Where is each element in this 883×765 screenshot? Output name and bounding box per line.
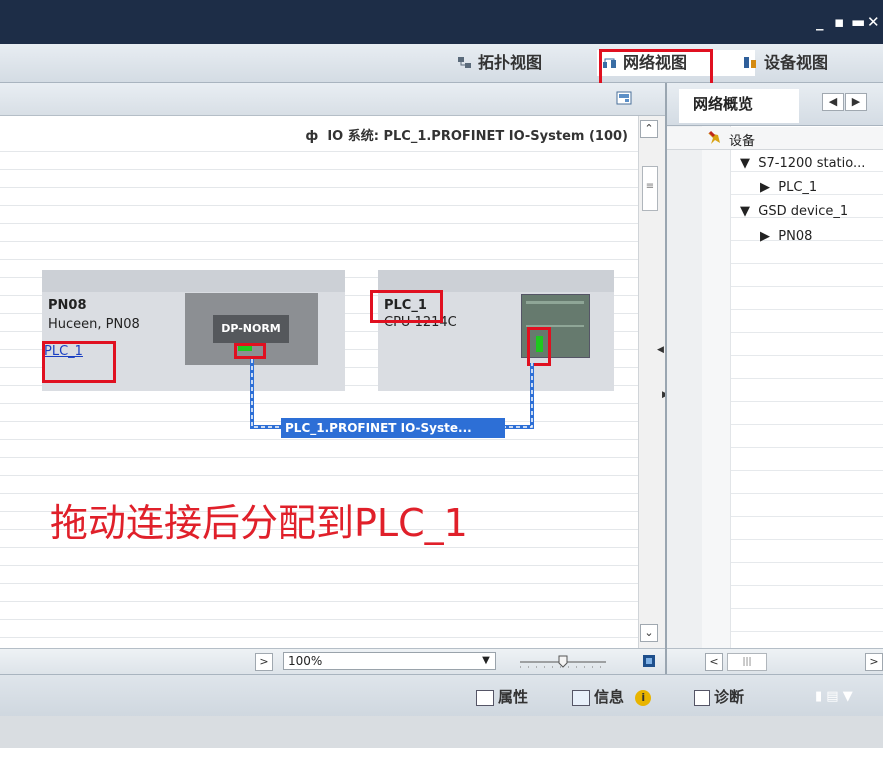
- overview-toggle-icon[interactable]: [616, 91, 632, 105]
- status-area: [0, 748, 883, 765]
- tab-info[interactable]: 信息 i: [572, 685, 652, 709]
- zoom-slider[interactable]: [518, 653, 608, 671]
- tab-network-overview[interactable]: 网络概览: [679, 89, 799, 123]
- overview-scroll-left-button[interactable]: <: [705, 653, 723, 671]
- tab-info-label: 信息: [594, 688, 625, 706]
- scroll-up-button[interactable]: ⌃: [640, 120, 658, 138]
- tree-item-s7-1200-station[interactable]: ▼ S7-1200 statio...: [740, 156, 865, 171]
- tab-diagnostics[interactable]: 诊断: [694, 685, 744, 709]
- annotation-text: 拖动连接后分配到PLC_1: [50, 501, 468, 545]
- overview-header-devices: 设备: [729, 134, 756, 149]
- scroll-right-button[interactable]: >: [255, 653, 273, 671]
- tab-topology-label: 拓扑视图: [478, 53, 543, 72]
- scroll-thumb[interactable]: ≡: [642, 166, 658, 211]
- collapse-left-icon[interactable]: ◀: [657, 345, 664, 355]
- expanded-triangle-icon[interactable]: ▼: [740, 204, 750, 219]
- collapsed-triangle-icon[interactable]: ▶: [760, 229, 770, 244]
- tree-item-label: S7-1200 statio...: [758, 156, 866, 171]
- tab-properties[interactable]: 属性: [476, 685, 528, 709]
- device-plc-header: [378, 270, 614, 292]
- zoom-select[interactable]: 100% ▼: [283, 652, 496, 670]
- properties-icon: [476, 689, 494, 706]
- overview-horizontal-scrollbar[interactable]: < ||| >: [667, 648, 883, 675]
- tab-scroll-right-button[interactable]: ▶: [845, 93, 867, 111]
- tab-properties-label: 属性: [498, 688, 529, 706]
- close-icon[interactable]: ✕: [867, 14, 880, 30]
- info-tab-icon: [572, 689, 590, 706]
- canvas-toolbar: [0, 83, 665, 116]
- tab-device-view[interactable]: 设备视图: [738, 50, 883, 76]
- topology-icon: [458, 57, 471, 68]
- device-tools-icon: [706, 130, 722, 146]
- panel-controls[interactable]: ▮ ▤ ▼: [815, 689, 853, 704]
- tree-item-label: PLC_1: [778, 180, 818, 195]
- overview-scroll-right-button[interactable]: >: [865, 653, 883, 671]
- diagnostics-icon: [694, 689, 710, 706]
- chevron-down-icon[interactable]: ▼: [479, 653, 493, 669]
- zoom-value: 100%: [288, 654, 323, 668]
- device-pn08-module-label: DP-NORM: [213, 315, 289, 343]
- device-pn08-header: [42, 270, 345, 292]
- panel-menu-icon[interactable]: ▤: [826, 689, 838, 704]
- inspector-content: [0, 716, 883, 748]
- io-system-header: ф IO 系统: PLC_1.PROFINET IO-System (100): [0, 116, 638, 150]
- device-plc-module-stripe: [526, 301, 584, 304]
- tree-item-pn08[interactable]: ▶ PN08: [760, 229, 812, 244]
- overview-table-col1: [667, 126, 703, 648]
- highlight-plc-name: [370, 290, 443, 323]
- minimize-icon[interactable]: _: [816, 14, 824, 30]
- tree-item-label: GSD device_1: [758, 204, 849, 219]
- highlight-pn08-link: [42, 341, 116, 383]
- menu-icon[interactable]: ▬: [851, 14, 865, 30]
- tab-device-label: 设备视图: [764, 53, 829, 72]
- device-icon: [744, 57, 756, 68]
- io-system-label: ф IO 系统: PLC_1.PROFINET IO-System (100): [305, 125, 628, 144]
- info-badge-icon: i: [635, 689, 652, 706]
- pin-icon[interactable]: ф: [305, 129, 318, 144]
- overview-table-col2: [702, 126, 731, 648]
- view-tab-strip: 拓扑视图 网络视图 设备视图: [0, 44, 883, 88]
- inspector-tab-bar: 属性 信息 i 诊断 ▮ ▤ ▼: [0, 674, 883, 717]
- device-pn08-subtitle: Huceen, PN08: [48, 317, 140, 332]
- device-pn08-name: PN08: [48, 298, 87, 313]
- tab-diagnostics-label: 诊断: [714, 688, 745, 706]
- tree-item-plc-1[interactable]: ▶ PLC_1: [760, 180, 817, 195]
- io-system-text: IO 系统: PLC_1.PROFINET IO-System (100): [327, 129, 628, 144]
- tree-item-gsd-device-1[interactable]: ▼ GSD device_1: [740, 204, 848, 219]
- profinet-network-label[interactable]: PLC_1.PROFINET IO-Syste...: [281, 418, 505, 438]
- collapse-panel-icon[interactable]: ▼: [843, 689, 853, 704]
- title-bar: _ ▪ ▬ ✕: [0, 0, 883, 44]
- overview-scroll-thumb[interactable]: |||: [727, 653, 767, 671]
- canvas-vertical-scrollbar[interactable]: ⌃ ≡ ⌄: [638, 116, 666, 648]
- tree-item-label: PN08: [778, 229, 813, 244]
- collapsed-triangle-icon[interactable]: ▶: [760, 180, 770, 195]
- restore-icon[interactable]: ▪: [834, 14, 844, 30]
- expanded-triangle-icon[interactable]: ▼: [740, 156, 750, 171]
- scroll-down-button[interactable]: ⌄: [640, 624, 658, 642]
- tab-scroll-left-button[interactable]: ◀: [822, 93, 844, 111]
- overview-tab-strip: 网络概览 ◀ ▶: [667, 83, 883, 126]
- tab-topology-view[interactable]: 拓扑视图: [452, 50, 608, 76]
- float-panel-icon[interactable]: ▮: [815, 689, 822, 704]
- fit-view-icon[interactable]: [642, 654, 656, 668]
- overview-table-header: 设备: [667, 127, 883, 150]
